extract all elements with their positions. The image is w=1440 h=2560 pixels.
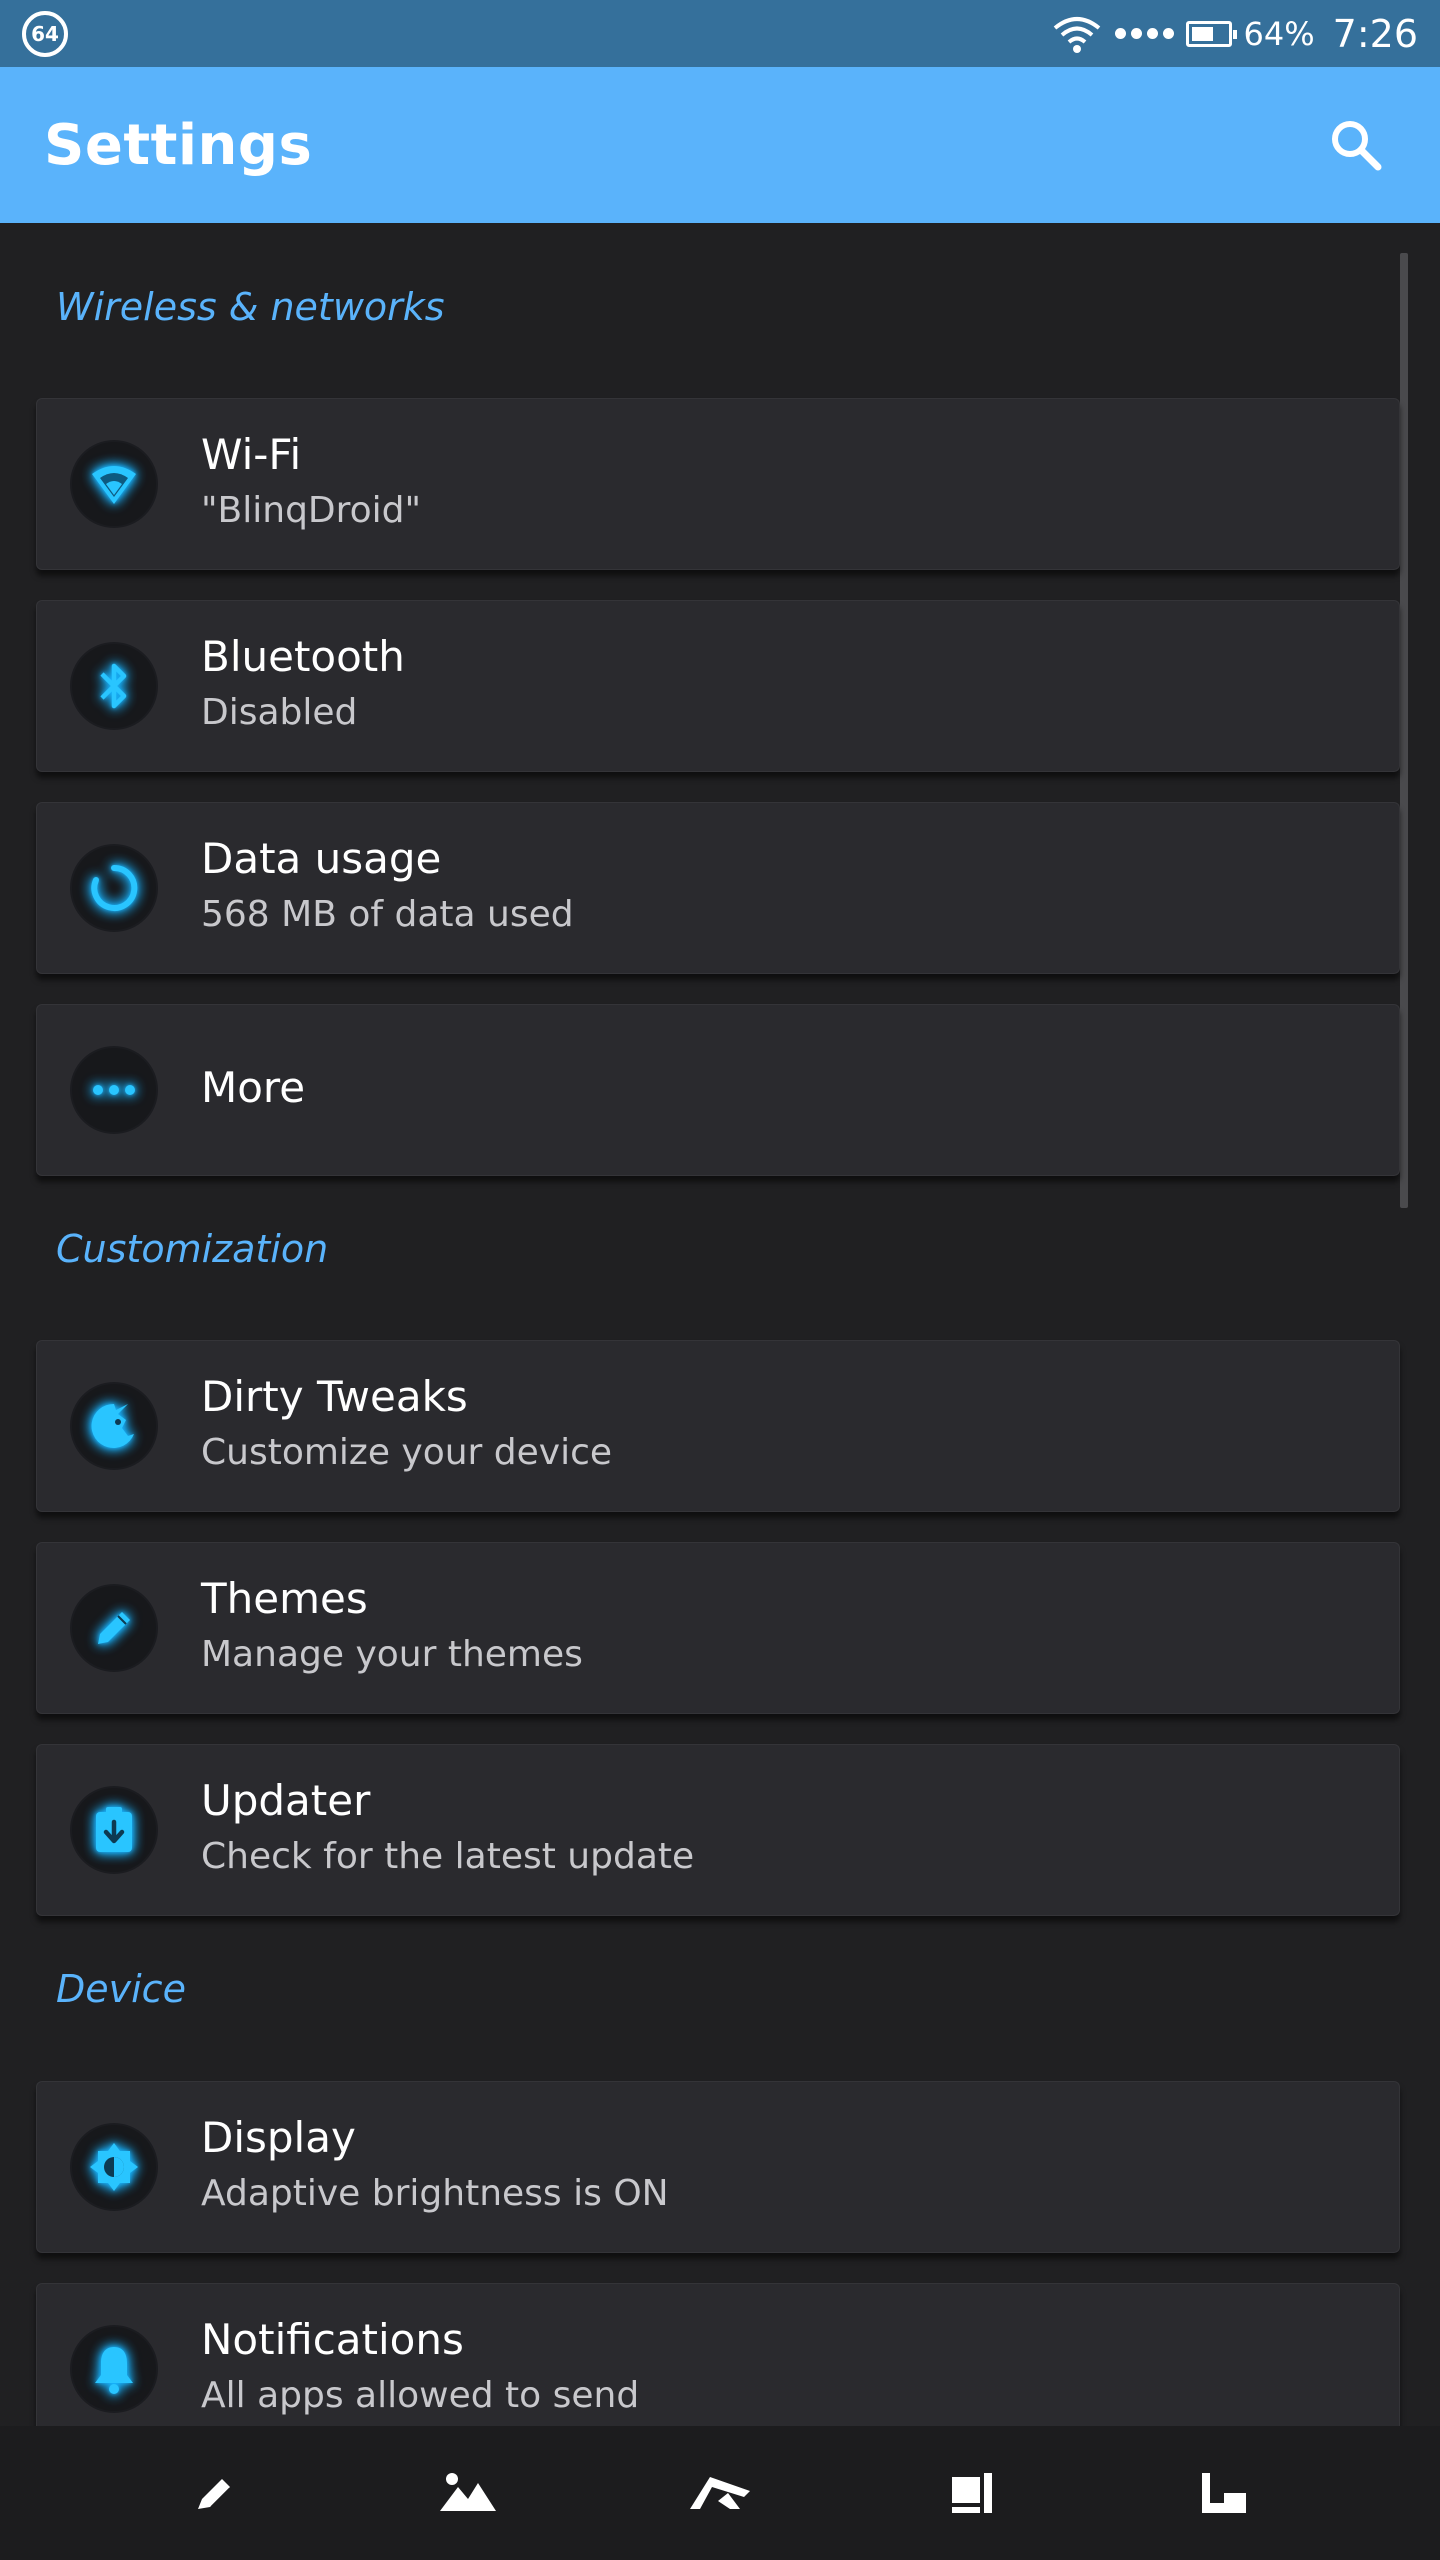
navigation-bar: [0, 2426, 1440, 2560]
settings-item-title: Themes: [201, 1574, 368, 1623]
settings-item-updater[interactable]: Updater Check for the latest update: [36, 1744, 1400, 1916]
settings-item-subtitle: Adaptive brightness is ON: [201, 2173, 669, 2214]
app-bar: Settings: [0, 67, 1440, 223]
section-header-wireless: Wireless & networks: [56, 285, 445, 329]
clock: 7:26: [1332, 11, 1418, 56]
home-icon: [690, 2477, 750, 2509]
settings-item-title: More: [201, 1063, 306, 1112]
status-bar: 64 64% 7:26: [0, 0, 1440, 67]
notification-count-badge: 64: [22, 10, 68, 57]
wifi-signal-icon: [1053, 16, 1100, 53]
settings-item-dirty-tweaks[interactable]: Dirty Tweaks Customize your device: [36, 1340, 1400, 1512]
section-header-device: Device: [56, 1967, 186, 2011]
gallery-icon: [440, 2473, 496, 2511]
settings-item-subtitle: Customize your device: [201, 1432, 613, 1473]
data-usage-icon: [91, 864, 138, 911]
settings-item-notifications[interactable]: Notifications All apps allowed to send: [36, 2283, 1400, 2426]
settings-item-title: Notifications: [201, 2315, 464, 2364]
nav-home-button[interactable]: [660, 2433, 780, 2553]
nav-gallery-button[interactable]: [408, 2433, 528, 2553]
settings-item-subtitle: Check for the latest update: [201, 1836, 695, 1877]
settings-item-title: Data usage: [201, 834, 442, 883]
settings-item-title: Display: [201, 2113, 356, 2162]
section-header-customization: Customization: [56, 1227, 329, 1271]
bluetooth-icon: [100, 663, 127, 709]
settings-item-title: Bluetooth: [201, 632, 405, 681]
wifi-icon: [92, 466, 136, 504]
settings-item-subtitle: 568 MB of data used: [201, 894, 574, 935]
settings-item-title: Updater: [201, 1776, 371, 1825]
back-icon: [198, 2479, 232, 2509]
brightness-icon: [90, 2143, 138, 2191]
nav-recents-button[interactable]: [912, 2433, 1032, 2553]
updater-icon: [96, 1807, 132, 1852]
cell-signal-icon: [1114, 28, 1174, 39]
settings-item-bluetooth[interactable]: Bluetooth Disabled: [36, 600, 1400, 772]
pencil-icon: [98, 1612, 130, 1644]
scrollbar[interactable]: [1400, 253, 1408, 1208]
nav-back-button[interactable]: [156, 2433, 276, 2553]
search-button[interactable]: [1316, 105, 1396, 185]
unicorn-icon: [91, 1403, 134, 1448]
settings-item-subtitle: "BlinqDroid": [201, 490, 422, 531]
settings-item-subtitle: Disabled: [201, 692, 358, 733]
recents-icon: [952, 2473, 992, 2513]
settings-item-subtitle: All apps allowed to send: [201, 2375, 640, 2416]
settings-item-wifi[interactable]: Wi-Fi "BlinqDroid": [36, 398, 1400, 570]
settings-item-data-usage[interactable]: Data usage 568 MB of data used: [36, 802, 1400, 974]
settings-item-themes[interactable]: Themes Manage your themes: [36, 1542, 1400, 1714]
bell-icon: [95, 2347, 133, 2394]
settings-item-more[interactable]: More: [36, 1004, 1400, 1176]
settings-item-title: Dirty Tweaks: [201, 1372, 468, 1421]
settings-item-display[interactable]: Display Adaptive brightness is ON: [36, 2081, 1400, 2253]
nav-corner-button[interactable]: [1164, 2433, 1284, 2553]
settings-item-subtitle: Manage your themes: [201, 1634, 583, 1675]
settings-item-title: Wi-Fi: [201, 430, 302, 479]
status-bar-right: 64% 7:26: [1051, 12, 1418, 56]
search-icon: [1332, 121, 1382, 171]
more-icon: [93, 1085, 135, 1095]
corner-icon: [1202, 2473, 1246, 2513]
page-title: Settings: [44, 112, 313, 178]
settings-list[interactable]: Wireless & networks Wi-Fi "BlinqDroid" B…: [0, 223, 1440, 2426]
battery-icon: [1185, 20, 1237, 47]
battery-percent: 64%: [1243, 14, 1315, 53]
